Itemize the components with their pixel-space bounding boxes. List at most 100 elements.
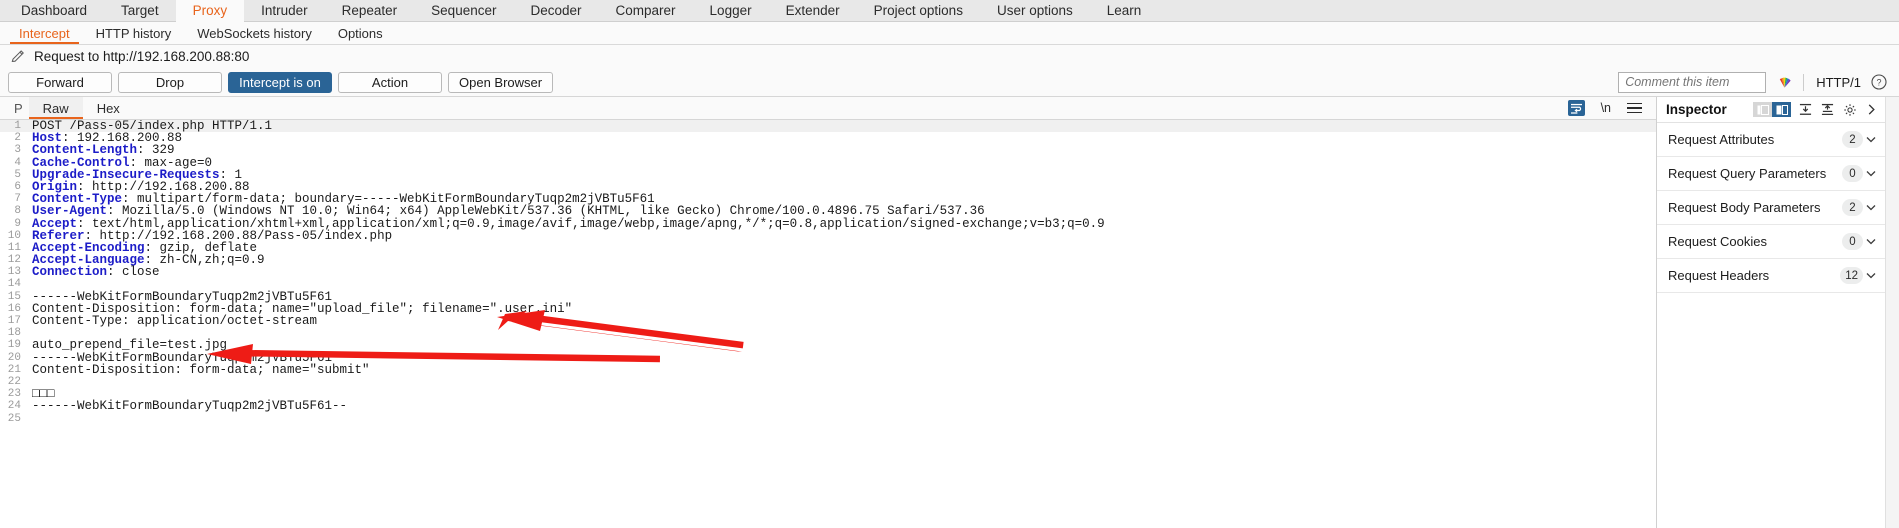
inspector-section-label: Request Headers bbox=[1668, 268, 1770, 283]
newline-icon[interactable]: \n bbox=[1601, 101, 1611, 115]
layout-right-icon[interactable] bbox=[1772, 102, 1791, 117]
menu-hamburger-icon[interactable] bbox=[1627, 102, 1642, 114]
tab-raw[interactable]: Raw bbox=[28, 97, 83, 119]
inspector-section-label: Request Body Parameters bbox=[1668, 200, 1821, 215]
inspector-section-label: Request Cookies bbox=[1668, 234, 1767, 249]
main-tab-target[interactable]: Target bbox=[104, 0, 176, 21]
inspector-section-count: 0 bbox=[1842, 165, 1863, 182]
main-tab-repeater[interactable]: Repeater bbox=[325, 0, 415, 21]
inspector-section-request-body-parameters[interactable]: Request Body Parameters 2 bbox=[1657, 191, 1885, 225]
proxy-sub-tab-http-history[interactable]: HTTP history bbox=[83, 22, 185, 44]
line-number: 5 bbox=[14, 168, 21, 181]
main-tab-comparer[interactable]: Comparer bbox=[599, 0, 693, 21]
main-tab-sequencer[interactable]: Sequencer bbox=[414, 0, 513, 21]
header-value: : close bbox=[107, 265, 160, 280]
request-editor-pane: P Raw Hex \n 1 POST /Pass-05/index.php H… bbox=[0, 97, 1656, 528]
expand-all-icon[interactable] bbox=[1798, 102, 1813, 117]
line-text: Content-Disposition: form-data; name="su… bbox=[32, 362, 370, 377]
line-number: 22 bbox=[7, 375, 21, 388]
request-line: 17 Content-Type: application/octet-stream bbox=[0, 315, 1656, 328]
highlight-color-icon[interactable] bbox=[1776, 74, 1793, 90]
request-line: 24 ------WebKitFormBoundaryTuqp2m2jVBTu5F… bbox=[0, 399, 1656, 414]
line-number: 16 bbox=[7, 302, 21, 315]
intercept-toggle-button[interactable]: Intercept is on bbox=[228, 71, 332, 93]
chevron-down-icon[interactable] bbox=[1863, 204, 1879, 211]
burp-suite-window: Dashboard Target Proxy Intruder Repeater Sequ… bbox=[0, 0, 1899, 528]
line-number: 11 bbox=[7, 241, 21, 254]
gear-icon[interactable] bbox=[1842, 102, 1857, 117]
editor-tool-icons: \n bbox=[1567, 97, 1656, 119]
request-raw-viewer[interactable]: 1 POST /Pass-05/index.php HTTP/1.1 2 Host: … bbox=[0, 120, 1656, 528]
layout-left-icon[interactable] bbox=[1753, 102, 1772, 117]
collapse-all-icon[interactable] bbox=[1820, 102, 1835, 117]
action-button[interactable]: Action bbox=[338, 71, 442, 93]
line-number: 14 bbox=[7, 278, 21, 291]
main-tab-intruder[interactable]: Intruder bbox=[244, 0, 325, 21]
proxy-sub-tab-options[interactable]: Options bbox=[325, 22, 396, 44]
request-line: 12 Accept-Language: zh-CN,zh;q=0.9 bbox=[0, 254, 1656, 267]
main-tab-proxy[interactable]: Proxy bbox=[175, 0, 245, 22]
main-tab-user-options[interactable]: User options bbox=[980, 0, 1090, 21]
inspector-section-count: 0 bbox=[1842, 233, 1863, 250]
line-text: auto_prepend_file=test.jpg bbox=[32, 338, 228, 353]
chevron-down-icon[interactable] bbox=[1863, 272, 1879, 279]
line-text: ------WebKitFormBoundaryTuqp2m2jVBTu5F61… bbox=[32, 399, 348, 414]
line-number: 25 bbox=[7, 412, 21, 425]
request-line: 19 auto_prepend_file=test.jpg bbox=[0, 338, 1656, 353]
open-browser-button[interactable]: Open Browser bbox=[448, 71, 554, 93]
chevron-down-icon[interactable] bbox=[1863, 136, 1879, 143]
drop-button[interactable]: Drop bbox=[118, 71, 222, 93]
main-tab-extender[interactable]: Extender bbox=[769, 0, 857, 21]
line-number: 18 bbox=[7, 327, 21, 340]
collapse-panel-icon[interactable] bbox=[1864, 102, 1879, 117]
line-text: ------WebKitFormBoundaryTuqp2m2jVBTu5F61 bbox=[32, 289, 333, 304]
line-number: 19 bbox=[7, 339, 21, 352]
request-raw-text: 1 POST /Pass-05/index.php HTTP/1.1 2 Host: … bbox=[0, 120, 1656, 425]
comment-input[interactable] bbox=[1618, 71, 1767, 93]
chevron-down-icon[interactable] bbox=[1863, 238, 1879, 245]
inspector-section-label: Request Query Parameters bbox=[1668, 166, 1827, 181]
main-tab-learn[interactable]: Learn bbox=[1090, 0, 1159, 21]
main-tab-logger[interactable]: Logger bbox=[693, 0, 769, 21]
line-number: 6 bbox=[14, 180, 21, 193]
request-line: 21 Content-Disposition: form-data; name="… bbox=[0, 362, 1656, 377]
inspector-section-request-query-parameters[interactable]: Request Query Parameters 0 bbox=[1657, 157, 1885, 191]
line-number: 15 bbox=[7, 290, 21, 303]
main-tab-decoder[interactable]: Decoder bbox=[513, 0, 598, 21]
line-number: 12 bbox=[7, 254, 21, 267]
proxy-sub-tab-websockets-history[interactable]: WebSockets history bbox=[184, 22, 325, 44]
inspector-section-label: Request Attributes bbox=[1668, 132, 1775, 147]
main-tab-dashboard[interactable]: Dashboard bbox=[4, 0, 104, 21]
chevron-down-icon[interactable] bbox=[1863, 170, 1879, 177]
inspector-section-count: 2 bbox=[1842, 131, 1863, 148]
request-line: 25 bbox=[0, 413, 1656, 425]
line-number: 10 bbox=[7, 229, 21, 242]
line-number: 20 bbox=[7, 351, 21, 364]
main-tab-project-options[interactable]: Project options bbox=[857, 0, 980, 21]
forward-button[interactable]: Forward bbox=[8, 71, 112, 93]
inspector-section-count: 12 bbox=[1840, 267, 1863, 284]
inspector-section-count: 2 bbox=[1842, 199, 1863, 216]
window-scrollbar[interactable] bbox=[1885, 97, 1899, 528]
inspector-section-request-cookies[interactable]: Request Cookies 0 bbox=[1657, 225, 1885, 259]
editor-tab-bar: P Raw Hex \n bbox=[0, 97, 1656, 120]
word-wrap-icon[interactable] bbox=[1567, 100, 1585, 116]
line-number: 24 bbox=[7, 400, 21, 413]
request-line: 3 Content-Length: 329 bbox=[0, 144, 1656, 157]
inspector-section-request-headers[interactable]: Request Headers 12 bbox=[1657, 259, 1885, 293]
line-number: 1 bbox=[14, 120, 21, 132]
line-number: 17 bbox=[7, 315, 21, 327]
proxy-sub-tab-bar: Intercept HTTP history WebSockets history O… bbox=[0, 22, 1899, 45]
pencil-icon bbox=[10, 49, 25, 64]
http-version-label: HTTP/1 bbox=[1816, 74, 1861, 90]
inspector-panel: Inspector Request Attributes 2 Request Q… bbox=[1657, 97, 1885, 528]
tab-pretty[interactable]: P bbox=[6, 97, 29, 119]
line-text: ------WebKitFormBoundaryTuqp2m2jVBTu5F61 bbox=[32, 350, 333, 365]
header-name: Connection bbox=[32, 265, 108, 280]
tab-hex[interactable]: Hex bbox=[83, 97, 134, 119]
proxy-sub-tab-intercept[interactable]: Intercept bbox=[6, 22, 83, 44]
inspector-section-request-attributes[interactable]: Request Attributes 2 bbox=[1657, 123, 1885, 157]
inspector-layout-toggle[interactable] bbox=[1753, 102, 1791, 117]
help-circle-icon[interactable]: ? bbox=[1871, 74, 1887, 90]
line-text: Connection: close bbox=[26, 265, 160, 280]
